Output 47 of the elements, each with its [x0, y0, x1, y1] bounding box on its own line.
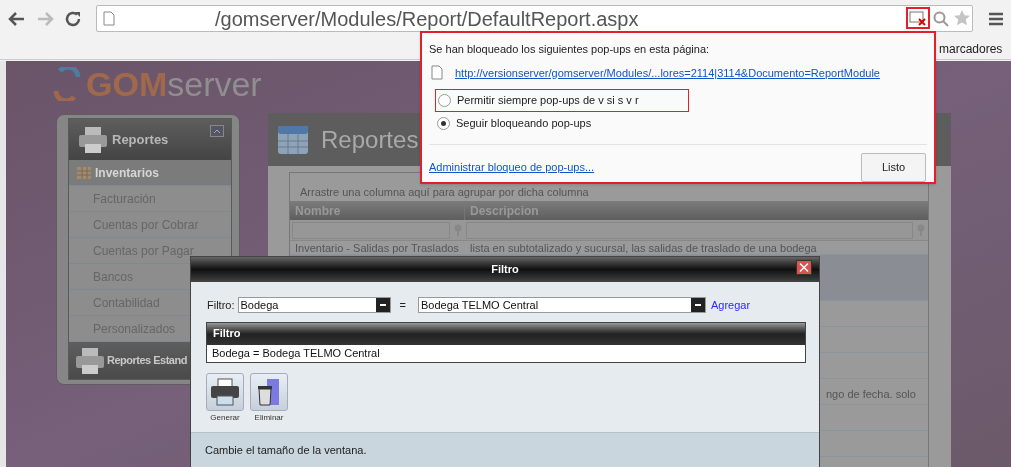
radio-button[interactable] [437, 117, 450, 130]
table-cell-text: lista en subtotalizado y sucursal, las salidas de traslado de una bodega [469, 241, 818, 254]
table-icon [277, 124, 309, 155]
url-text: /gomserver/Modules/Report/DefaultReport.aspx [214, 6, 639, 32]
button-caption: Generar [210, 411, 240, 424]
dropdown-caret-icon[interactable] [690, 298, 705, 313]
bookmarks-text[interactable]: marcadores [939, 40, 1003, 58]
sidebar-header[interactable]: Reportes [69, 119, 231, 160]
button-caption: Eliminar [254, 411, 284, 424]
collapse-icon[interactable] [210, 125, 224, 137]
radio-label[interactable]: Seguir bloqueando pop-ups [456, 115, 592, 132]
popup-link[interactable]: http://versionserver/gomserver/Modules/...lores=2114|3114&Documento=ReportModule [455, 64, 880, 81]
popup-message: Se han bloqueado los siguientes pop-ups en esta página: [429, 42, 711, 57]
group-hint: Arrastre una columna aquí para agrupar por dicha columna [299, 185, 590, 200]
dropdown[interactable]: Bodega [237, 297, 391, 314]
equals-sign: = [399, 298, 406, 313]
page-icon [431, 65, 443, 81]
star-icon[interactable] [952, 9, 971, 27]
description-text: ngo de fecha. solo [826, 387, 916, 402]
column-header: Filtro [207, 322, 805, 345]
zoom-icon[interactable] [932, 11, 949, 27]
manage-link[interactable]: Administrar bloqueo de pop-ups... [429, 159, 595, 176]
popup-blocked-icon[interactable] [905, 7, 930, 29]
toolbar-button[interactable] [250, 372, 288, 411]
reload-icon[interactable] [63, 9, 82, 28]
close-icon[interactable] [796, 260, 812, 275]
dropdown-caret-icon[interactable] [375, 298, 390, 313]
menu-icon[interactable] [989, 11, 1003, 26]
table-cell-text: Inventario - Salidas por Traslados [294, 241, 460, 254]
printer-icon [210, 377, 240, 406]
done-button[interactable]: Listo [861, 153, 926, 182]
page-icon [102, 11, 115, 26]
sidebar-item[interactable]: Inventarios [69, 160, 231, 186]
dialog-title: Filtro [491, 262, 519, 278]
filter-field[interactable] [292, 221, 450, 239]
add-link[interactable]: Agregar [710, 297, 751, 314]
grid-icon [77, 166, 91, 179]
toolbar-button[interactable] [206, 372, 244, 411]
printer-icon [75, 346, 105, 375]
filter-field[interactable] [465, 221, 913, 239]
page-title: Reportes [321, 124, 419, 155]
address-bar[interactable]: /gomserver/Modules/Report/DefaultReport.aspx [95, 5, 974, 32]
dropdown[interactable]: Bodega TELMO Central [417, 297, 706, 314]
printer-icon [78, 125, 108, 154]
back-icon[interactable] [8, 10, 26, 27]
radio-button[interactable] [438, 94, 451, 107]
status-text: Cambie el tamaño de la ventana. [205, 442, 367, 458]
